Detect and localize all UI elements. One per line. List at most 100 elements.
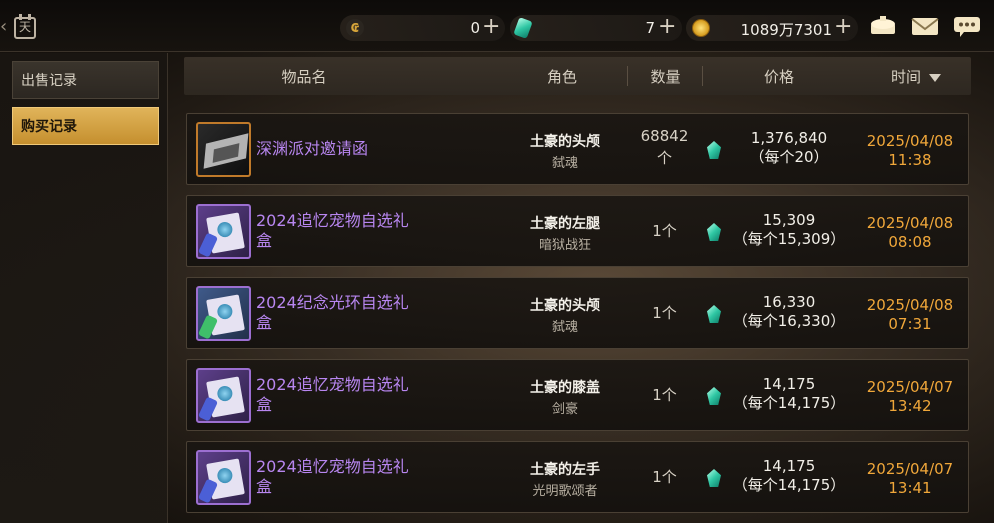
currency-tera: ₢ 0 + — [340, 15, 505, 41]
price-total: 14,175 — [762, 375, 816, 393]
clock: 11:38 — [888, 151, 932, 169]
price-each: （每个15,309） — [732, 230, 846, 248]
price-each: （每个14,175） — [732, 476, 846, 494]
mailbox-icon[interactable] — [868, 14, 898, 38]
gold-value: 1089万7301 — [740, 21, 832, 39]
quantity: 1个 — [652, 222, 677, 240]
chevron-left-icon[interactable]: ‹ — [0, 16, 7, 37]
clock: 13:41 — [888, 479, 932, 497]
header-time[interactable]: 时间 — [866, 66, 966, 87]
currency-gold: 1089万7301 + — [686, 15, 858, 41]
price: 16,330 （每个16,330） — [727, 293, 851, 331]
character-name: 土豪的头颅 — [530, 134, 600, 150]
gem-icon — [707, 469, 721, 487]
quantity-number: 68842 — [640, 127, 689, 145]
price-total: 1,376,840 — [750, 129, 828, 147]
item-icon[interactable] — [196, 368, 251, 423]
character-name: 土豪的膝盖 — [530, 380, 600, 396]
header-price[interactable]: 价格 — [729, 66, 829, 87]
top-bar: ‹ 天 ₢ 0 + 7 + 1089万7301 + — [0, 0, 994, 52]
clock: 07:31 — [888, 315, 932, 333]
header-divider — [702, 66, 703, 86]
item-icon[interactable] — [196, 286, 251, 341]
character-class: 弑魂 — [551, 320, 578, 335]
timestamp: 2025/04/08 11:38 — [855, 132, 965, 170]
date: 2025/04/08 — [866, 132, 954, 150]
table-row[interactable]: 2024纪念光环自选礼 盒 土豪的头颅 弑魂 1个 16,330 （每个16,3… — [186, 277, 969, 349]
tab-buy-records[interactable]: 购买记录 — [12, 107, 159, 145]
item-name[interactable]: 2024追忆宠物自选礼 盒 — [256, 211, 431, 251]
tab-sell-records[interactable]: 出售记录 — [12, 61, 159, 99]
gem-add-button[interactable]: + — [658, 16, 676, 38]
header-item-name[interactable]: 物品名 — [254, 66, 354, 87]
price: 14,175 （每个14,175） — [727, 457, 851, 495]
gold-add-button[interactable]: + — [834, 16, 852, 38]
date: 2025/04/08 — [866, 296, 954, 314]
quantity: 1个 — [652, 468, 677, 486]
quantity-unit: 个 — [656, 149, 672, 167]
gem-icon — [707, 223, 721, 241]
item-icon[interactable] — [196, 122, 251, 177]
quantity: 1个 — [652, 386, 677, 404]
item-name-line2: 盒 — [256, 395, 273, 414]
item-name[interactable]: 2024追忆宠物自选礼 盒 — [256, 375, 431, 415]
tera-coin-add-button[interactable]: + — [482, 16, 500, 38]
table-row[interactable]: 深渊派对邀请函 土豪的头颅 弑魂 68842 个 1,376,840 （每个20… — [186, 113, 969, 185]
table-row[interactable]: 2024追忆宠物自选礼 盒 土豪的左手 光明歌颂者 1个 14,175 （每个1… — [186, 441, 969, 513]
character-name: 土豪的头颅 — [530, 298, 600, 314]
gem-icon — [513, 17, 533, 39]
item-name-line1: 2024纪念光环自选礼 — [256, 293, 409, 312]
gem-icon — [707, 387, 721, 405]
item-name-line2: 盒 — [256, 231, 273, 250]
price: 15,309 （每个15,309） — [727, 211, 851, 249]
calendar-label: 天 — [18, 20, 31, 34]
table-row[interactable]: 2024追忆宠物自选礼 盒 土豪的膝盖 剑豪 1个 14,175 （每个14,1… — [186, 359, 969, 431]
gem-value: 7 — [645, 19, 655, 37]
item-icon[interactable] — [196, 204, 251, 259]
gem-icon — [707, 141, 721, 159]
tera-coin-value: 0 — [470, 19, 480, 37]
item-icon[interactable] — [196, 450, 251, 505]
date: 2025/04/07 — [866, 378, 954, 396]
item-name-line1: 2024追忆宠物自选礼 — [256, 457, 409, 476]
calendar-icon[interactable]: 天 — [14, 14, 36, 39]
header-time-label: 时间 — [890, 68, 921, 86]
quantity: 68842 个 — [627, 125, 702, 169]
item-name-line2: 盒 — [256, 313, 273, 332]
table-header: 物品名 角色 数量 价格 时间 — [184, 57, 971, 95]
sort-down-icon[interactable] — [929, 73, 941, 82]
timestamp: 2025/04/07 13:41 — [855, 460, 965, 498]
chat-icon[interactable] — [952, 14, 982, 38]
price-total: 14,175 — [762, 457, 816, 475]
header-character[interactable]: 角色 — [512, 66, 612, 87]
timestamp: 2025/04/08 07:31 — [855, 296, 965, 334]
character-class: 剑豪 — [551, 402, 578, 417]
tab-buy-records-label: 购买记录 — [21, 119, 77, 135]
table-row[interactable]: 2024追忆宠物自选礼 盒 土豪的左腿 暗狱战狂 1个 15,309 （每个15… — [186, 195, 969, 267]
character-name: 土豪的左手 — [530, 462, 600, 478]
item-name[interactable]: 2024追忆宠物自选礼 盒 — [256, 457, 431, 497]
price-total: 16,330 — [762, 293, 816, 311]
sidebar: 出售记录 购买记录 — [0, 53, 168, 523]
item-name[interactable]: 深渊派对邀请函 — [256, 139, 431, 159]
currency-gem: 7 + — [510, 15, 682, 41]
character-class: 暗狱战狂 — [538, 238, 591, 253]
price-total: 15,309 — [762, 211, 816, 229]
price-each: （每个14,175） — [732, 394, 846, 412]
tera-coin-icon: ₢ — [346, 19, 364, 37]
timestamp: 2025/04/07 13:42 — [855, 378, 965, 416]
character-name: 土豪的左腿 — [530, 216, 600, 232]
gem-icon — [707, 305, 721, 323]
item-name-line2: 盒 — [256, 477, 273, 496]
price-each: （每个20） — [749, 148, 829, 166]
tab-sell-records-label: 出售记录 — [21, 73, 77, 89]
timestamp: 2025/04/08 08:08 — [855, 214, 965, 252]
clock: 08:08 — [888, 233, 932, 251]
character-class: 光明歌颂者 — [532, 484, 598, 499]
header-quantity[interactable]: 数量 — [628, 66, 703, 87]
mail-icon[interactable] — [910, 14, 940, 38]
item-name[interactable]: 2024纪念光环自选礼 盒 — [256, 293, 431, 333]
date: 2025/04/08 — [866, 214, 954, 232]
gold-coin-icon — [692, 19, 710, 37]
item-name-line1: 2024追忆宠物自选礼 — [256, 375, 409, 394]
